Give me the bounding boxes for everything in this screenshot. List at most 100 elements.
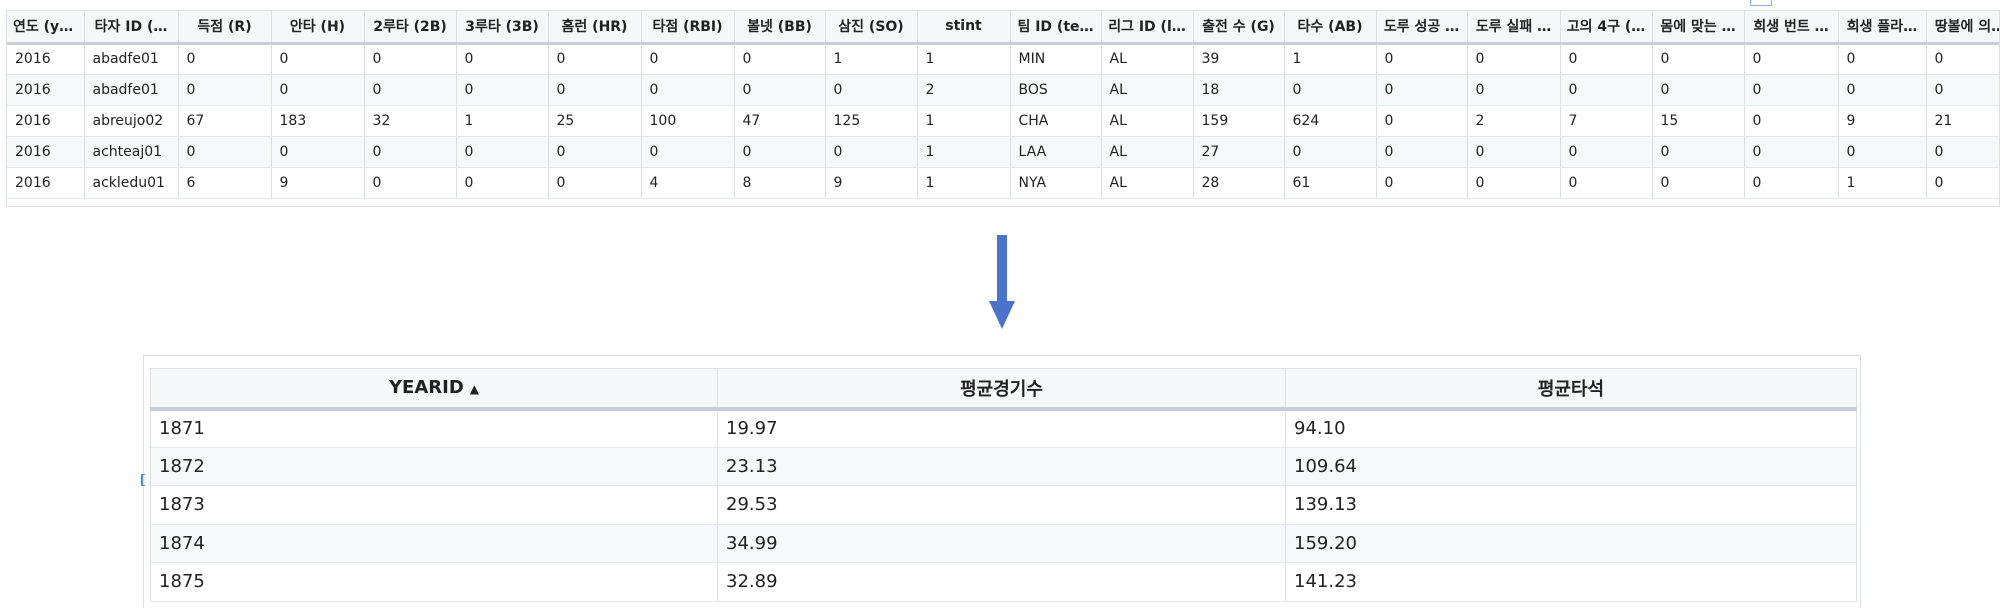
table-cell[interactable]: 0	[1926, 136, 1999, 168]
table-cell[interactable]: 0	[1376, 167, 1468, 199]
table-cell[interactable]: 0	[734, 74, 826, 106]
table-cell[interactable]: 2016	[7, 43, 85, 75]
table-cell[interactable]: 9	[825, 167, 918, 199]
source-column-header[interactable]: 홈런 (HR)	[548, 11, 642, 45]
table-cell[interactable]: 0	[1284, 74, 1377, 106]
table-cell[interactable]: 159	[1193, 105, 1285, 137]
table-cell[interactable]: 0	[825, 74, 918, 106]
table-cell[interactable]: 4	[641, 167, 735, 199]
table-cell[interactable]: 0	[271, 43, 365, 75]
table-cell[interactable]: 0	[456, 136, 549, 168]
table-cell[interactable]: 624	[1284, 105, 1377, 137]
table-cell[interactable]: 94.10	[1285, 408, 1857, 448]
table-cell[interactable]: 0	[1376, 136, 1468, 168]
table-cell[interactable]: 0	[1838, 136, 1927, 168]
table-cell[interactable]: 0	[548, 43, 642, 75]
table-cell[interactable]: 109.64	[1285, 447, 1857, 486]
column-header-avg-at-bats[interactable]: 평균타석	[1285, 368, 1857, 411]
table-cell[interactable]: 1	[1838, 167, 1927, 199]
table-cell[interactable]: 0	[734, 43, 826, 75]
table-cell[interactable]: ackledu01	[84, 167, 179, 199]
table-cell[interactable]: 23.13	[717, 447, 1286, 486]
table-cell[interactable]: 0	[1652, 136, 1745, 168]
table-cell[interactable]: 0	[364, 43, 457, 75]
source-column-header[interactable]: 타자 ID (…	[84, 11, 179, 45]
table-cell[interactable]: 2016	[7, 136, 85, 168]
table-cell[interactable]: 0	[641, 74, 735, 106]
table-row[interactable]: 1871 19.97 94.10	[150, 408, 1857, 448]
table-cell[interactable]: 39	[1193, 43, 1285, 75]
table-cell[interactable]: 25	[548, 105, 642, 137]
source-column-header[interactable]: 볼넷 (BB)	[734, 11, 826, 45]
table-cell[interactable]: CHA	[1010, 105, 1102, 137]
table-cell[interactable]: 1873	[150, 485, 718, 525]
table-cell[interactable]: 1	[917, 167, 1011, 199]
table-cell[interactable]: AL	[1101, 167, 1194, 199]
table-cell[interactable]: 0	[1652, 74, 1745, 106]
table-cell[interactable]: 67	[178, 105, 272, 137]
table-cell[interactable]: 0	[364, 74, 457, 106]
table-row[interactable]: 2016 achteaj01 0 0 0 0 0 0 0 0 1 LAA AL 27 0 0 0 0 0 0 0 0	[7, 136, 1999, 168]
table-cell[interactable]: achteaj01	[84, 136, 179, 168]
source-column-header[interactable]: 몸에 맞는 …	[1652, 11, 1745, 45]
table-cell[interactable]: 2	[917, 74, 1011, 106]
table-cell[interactable]: 159.20	[1285, 524, 1857, 563]
table-cell[interactable]: 0	[1560, 136, 1653, 168]
table-cell[interactable]: 141.23	[1285, 562, 1857, 602]
table-cell[interactable]: 1	[825, 43, 918, 75]
table-cell[interactable]: 0	[734, 136, 826, 168]
table-cell[interactable]: 27	[1193, 136, 1285, 168]
source-column-header[interactable]: 희생 번트 …	[1744, 11, 1839, 45]
source-column-header[interactable]: 2루타 (2B)	[364, 11, 457, 45]
table-cell[interactable]: LAA	[1010, 136, 1102, 168]
table-cell[interactable]: abreujo02	[84, 105, 179, 137]
table-cell[interactable]: 0	[1467, 136, 1561, 168]
table-cell[interactable]: 0	[1376, 105, 1468, 137]
table-cell[interactable]: 0	[1376, 43, 1468, 75]
table-cell[interactable]: 9	[271, 167, 365, 199]
source-column-header[interactable]: 안타 (H)	[271, 11, 365, 45]
table-cell[interactable]: 0	[1744, 74, 1839, 106]
column-header-avg-games[interactable]: 평균경기수	[717, 368, 1286, 411]
table-cell[interactable]: 0	[1838, 43, 1927, 75]
table-cell[interactable]: 47	[734, 105, 826, 137]
table-cell[interactable]: 2	[1467, 105, 1561, 137]
source-column-header[interactable]: 3루타 (3B)	[456, 11, 549, 45]
table-cell[interactable]: 1	[917, 105, 1011, 137]
table-cell[interactable]: 1872	[150, 447, 718, 486]
table-cell[interactable]: 0	[1467, 43, 1561, 75]
table-cell[interactable]: 19.97	[717, 408, 1286, 448]
table-cell[interactable]: 0	[271, 136, 365, 168]
table-cell[interactable]: 100	[641, 105, 735, 137]
table-cell[interactable]: 1	[917, 136, 1011, 168]
column-header-yearid[interactable]: YEARID ▲	[150, 368, 718, 411]
table-cell[interactable]: 1874	[150, 524, 718, 563]
table-cell[interactable]: 2016	[7, 74, 85, 106]
table-cell[interactable]: 0	[1744, 105, 1839, 137]
table-cell[interactable]: 28	[1193, 167, 1285, 199]
table-cell[interactable]: 0	[1926, 43, 1999, 75]
table-cell[interactable]: 0	[271, 74, 365, 106]
table-cell[interactable]: 0	[1652, 43, 1745, 75]
table-cell[interactable]: 0	[1652, 167, 1745, 199]
sort-ascending-icon[interactable]: ▲	[470, 382, 479, 396]
table-cell[interactable]: 2016	[7, 105, 85, 137]
table-cell[interactable]: 32	[364, 105, 457, 137]
table-cell[interactable]: 61	[1284, 167, 1377, 199]
table-cell[interactable]: 0	[364, 136, 457, 168]
table-cell[interactable]: 0	[178, 74, 272, 106]
table-cell[interactable]: 0	[548, 74, 642, 106]
table-cell[interactable]: NYA	[1010, 167, 1102, 199]
table-cell[interactable]: 0	[1926, 167, 1999, 199]
table-cell[interactable]: 0	[1744, 167, 1839, 199]
table-cell[interactable]: 7	[1560, 105, 1653, 137]
table-cell[interactable]: 15	[1652, 105, 1745, 137]
table-cell[interactable]: AL	[1101, 74, 1194, 106]
table-cell[interactable]: 0	[456, 43, 549, 75]
table-cell[interactable]: 18	[1193, 74, 1285, 106]
table-row[interactable]: 1875 32.89 141.23	[150, 562, 1857, 602]
source-column-header[interactable]: 팀 ID (te…	[1010, 11, 1102, 45]
source-column-header[interactable]: 연도 (y…	[7, 11, 85, 45]
table-row[interactable]: 2016 abadfe01 0 0 0 0 0 0 0 0 2 BOS AL 18 0 0 0 0 0 0 0 0	[7, 74, 1999, 106]
source-column-header[interactable]: 희생 플라…	[1838, 11, 1927, 45]
